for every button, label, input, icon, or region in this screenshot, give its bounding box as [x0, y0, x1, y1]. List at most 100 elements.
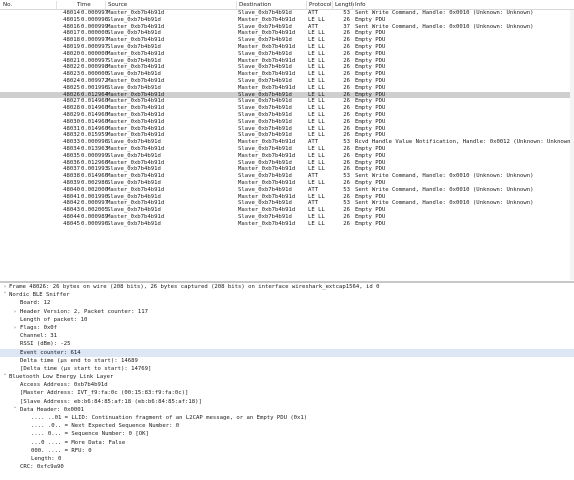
detail-tree-item[interactable]: Length of packet: 10 [0, 316, 574, 324]
packet-row[interactable]: 48038 0.014966 Master_0xb7b4b91d Slave_0xb7… [0, 173, 574, 180]
collapse-arrow-icon[interactable]: ˅ [2, 291, 8, 299]
collapse-arrow-icon[interactable]: ˅ [12, 406, 18, 414]
packet-row[interactable]: 48035 0.000999 Slave_0xb7b4b91d Master_0xb7… [0, 153, 574, 160]
packet-row[interactable]: 48042 0.000997 Master_0xb7b4b91d Slave_0xb7… [0, 200, 574, 207]
cell-source: Slave_0xb7b4b91d [107, 193, 161, 200]
packet-row[interactable]: 48044 0.000989 Master_0xb7b4b91d Slave_0xb7… [0, 214, 574, 221]
packet-row[interactable]: 48022 0.000998 Master_0xb7b4b91d Slave_0xb7… [0, 64, 574, 71]
cell-source: Slave_0xb7b4b91d [107, 179, 161, 186]
col-header-source[interactable]: Source [108, 2, 127, 8]
packet-row[interactable]: 48027 0.014960 Master_0xb7b4b91d Slave_0xb7… [0, 98, 574, 105]
col-header-destination[interactable]: Destination [239, 2, 271, 8]
cell-no: 48043 [63, 207, 80, 214]
detail-tree-item[interactable]: .... 0... = Sequence Number: 0 [OK] [0, 430, 574, 438]
detail-tree-item[interactable]: [Master Address: IVT_f9:fa:0c (00:15:83:… [0, 389, 574, 397]
packet-row[interactable]: 48034 0.013963 Master_0xb7b4b91d Slave_0xb7… [0, 146, 574, 153]
collapse-arrow-icon[interactable]: ˅ [2, 373, 8, 381]
packet-row[interactable]: 48028 0.014960 Master_0xb7b4b91d Slave_0xb7… [0, 105, 574, 112]
detail-tree-item[interactable]: Access Address: 0xb7b4b91d [0, 381, 574, 389]
packet-row[interactable]: 48030 0.014960 Master_0xb7b4b91d Slave_0xb7… [0, 119, 574, 126]
packet-row[interactable]: 48020 0.000000 Master_0xb7b4b91d Slave_0xb7… [0, 51, 574, 58]
packet-row[interactable]: 48032 0.015959 Master_0xb7b4b91d Slave_0xb7… [0, 132, 574, 139]
cell-source: Slave_0xb7b4b91d [107, 84, 161, 91]
detail-tree-item[interactable]: Length: 0 [0, 455, 574, 463]
packet-row[interactable]: 48041 0.001990 Slave_0xb7b4b91d Master_0xb7… [0, 194, 574, 201]
col-header-info[interactable]: Info [355, 2, 366, 8]
cell-source: Master_0xb7b4b91d [107, 200, 165, 207]
cell-protocol: LE LL [308, 111, 325, 118]
cell-time: 0.001996 [81, 84, 108, 91]
expand-arrow-icon[interactable]: › [12, 308, 18, 316]
detail-tree-item[interactable]: ˅ Bluetooth Low Energy Link Layer [0, 373, 574, 381]
packet-row[interactable]: 48031 0.014960 Master_0xb7b4b91d Slave_0xb7… [0, 126, 574, 133]
detail-tree-item[interactable]: [Slave Address: eb:b6:84:85:af:18 (eb:b6… [0, 398, 574, 406]
cell-length: 26 [343, 77, 350, 84]
packet-row[interactable]: 48021 0.000997 Slave_0xb7b4b91d Master_0xb7… [0, 58, 574, 65]
cell-length: 26 [343, 98, 350, 105]
detail-tree-item[interactable]: Delta time (µs end to start): 14689 [0, 357, 574, 365]
cell-info: Sent Write Command, Handle: 0x0010 (Unkn… [355, 23, 534, 30]
detail-tree-item[interactable]: › Frame 48026: 26 bytes on wire (208 bits… [0, 283, 574, 291]
packet-list[interactable]: No. Time Source Destination Protocol Len… [0, 0, 574, 281]
packet-row[interactable]: 48045 0.000996 Slave_0xb7b4b91d Master_0xb7… [0, 221, 574, 228]
detail-tree-item[interactable]: ˅ Nordic BLE Sniffer [0, 291, 574, 299]
col-header-time[interactable]: Time [77, 2, 91, 8]
detail-tree-item[interactable]: Event counter: 614 [0, 348, 574, 357]
cell-protocol: LE LL [308, 50, 325, 57]
cell-time: 0.012966 [81, 159, 108, 166]
detail-tree-item[interactable]: RSSI (dBm): -25 [0, 340, 574, 348]
detail-tree-item[interactable]: Channel: 31 [0, 332, 574, 340]
cell-time: 0.014960 [81, 105, 108, 112]
packet-row[interactable]: 48026 0.012964 Master_0xb7b4b91d Slave_0xb7… [0, 91, 574, 99]
packet-row[interactable]: 48014 0.000997 Master_0xb7b4b91d Slave_0xb7… [0, 10, 574, 17]
packet-detail-tree[interactable]: › Frame 48026: 26 bytes on wire (208 bits… [0, 283, 574, 480]
packet-row[interactable]: 48040 0.002000 Master_0xb7b4b91d Slave_0xb7… [0, 187, 574, 194]
cell-no: 48030 [63, 118, 80, 125]
detail-tree-label: Delta time (µs end to start): 14689 [20, 357, 138, 364]
cell-no: 48023 [63, 71, 80, 78]
detail-tree-item[interactable]: CRC: 0xfc9a90 [0, 463, 574, 471]
packet-row[interactable]: 48037 0.001993 Slave_0xb7b4b91d Master_0xb7… [0, 166, 574, 173]
detail-tree-item[interactable]: [Delta time (µs start to start): 14769] [0, 365, 574, 373]
cell-time: 0.002005 [81, 207, 108, 214]
detail-tree-item[interactable]: › Header Version: 2, Packet counter: 117 [0, 308, 574, 316]
cell-destination: Master_0xb7b4b91d [238, 179, 296, 186]
cell-time: 0.014960 [81, 125, 108, 132]
cell-no: 48038 [63, 173, 80, 180]
packet-row[interactable]: 48029 0.014960 Master_0xb7b4b91d Slave_0xb7… [0, 112, 574, 119]
cell-protocol: LE LL [308, 125, 325, 132]
cell-protocol: ATT [308, 10, 319, 16]
packet-row[interactable]: 48017 0.000000 Slave_0xb7b4b91d Master_0xb7… [0, 30, 574, 37]
packet-row[interactable]: 48033 0.000996 Slave_0xb7b4b91d Master_0xb7… [0, 139, 574, 146]
packet-row[interactable]: 48024 0.009972 Master_0xb7b4b91d Slave_0xb7… [0, 78, 574, 85]
col-header-protocol[interactable]: Protocol [309, 2, 332, 8]
detail-tree-item[interactable]: .... ..01 = LLID: Continuation fragment … [0, 414, 574, 422]
packet-row[interactable]: 48015 0.000996 Slave_0xb7b4b91d Master_0xb7… [0, 17, 574, 24]
packet-row[interactable]: 48039 0.002986 Slave_0xb7b4b91d Master_0xb7… [0, 180, 574, 187]
packet-row[interactable]: 48025 0.001996 Slave_0xb7b4b91d Master_0xb7… [0, 85, 574, 92]
expand-arrow-icon[interactable]: › [12, 324, 18, 332]
cell-no: 48031 [63, 125, 80, 132]
cell-no: 48045 [63, 220, 80, 227]
packet-row[interactable]: 48016 0.000999 Master_0xb7b4b91d Slave_0xb7… [0, 24, 574, 31]
cell-source: Master_0xb7b4b91d [107, 145, 165, 152]
detail-tree-item[interactable]: 000. .... = RFU: 0 [0, 447, 574, 455]
packet-row[interactable]: 48023 0.000000 Slave_0xb7b4b91d Master_0xb7… [0, 71, 574, 78]
cell-time: 0.009972 [81, 77, 108, 84]
packet-row[interactable]: 48036 0.012966 Master_0xb7b4b91d Slave_0xb7… [0, 160, 574, 167]
detail-tree-item[interactable]: Board: 12 [0, 299, 574, 307]
cell-protocol: LE LL [308, 16, 325, 23]
detail-tree-item[interactable]: ...0 .... = More Data: False [0, 439, 574, 447]
cell-destination: Slave_0xb7b4b91d [238, 145, 292, 152]
detail-tree-item[interactable]: ˅ Data Header: 0x0001 [0, 406, 574, 414]
expand-arrow-icon[interactable]: › [2, 283, 8, 291]
detail-tree-item[interactable]: .... .0.. = Next Expected Sequence Numbe… [0, 422, 574, 430]
detail-tree-item[interactable]: › Flags: 0x0f [0, 324, 574, 332]
packet-row[interactable]: 48043 0.002005 Slave_0xb7b4b91d Master_0xb7… [0, 207, 574, 214]
cell-info: Empty PDU [355, 16, 386, 23]
cell-no: 48015 [63, 16, 80, 23]
packet-list-scrollbar[interactable] [570, 10, 574, 280]
packet-row[interactable]: 48018 0.000997 Master_0xb7b4b91d Slave_0xb7… [0, 37, 574, 44]
col-header-no[interactable]: No. [3, 2, 12, 8]
packet-row[interactable]: 48019 0.000997 Slave_0xb7b4b91d Master_0xb7… [0, 44, 574, 51]
